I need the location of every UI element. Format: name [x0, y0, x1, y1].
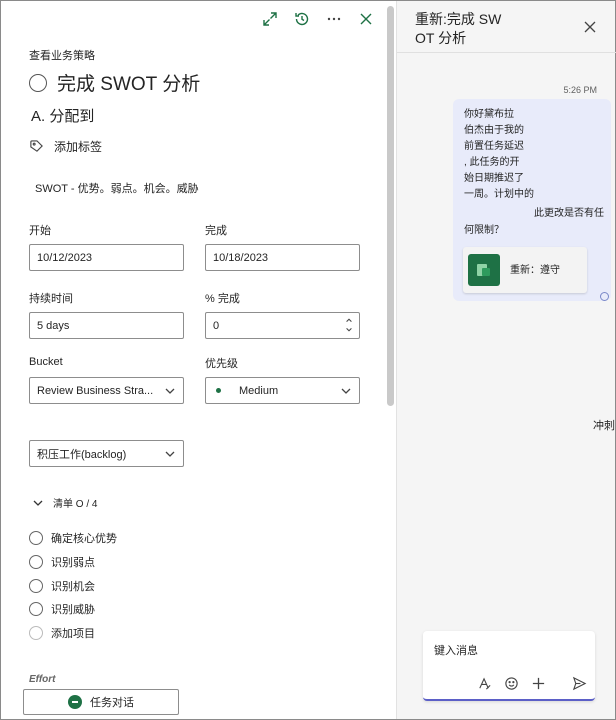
add-label-button[interactable]: 添加标签 — [29, 138, 102, 155]
message-line: 一周。计划中的 — [464, 189, 534, 200]
progress-value: 积压工作(backlog) — [37, 448, 127, 461]
finish-date-value: 10/18/2023 — [213, 251, 269, 264]
overflow-text: 冲刺 — [593, 420, 615, 432]
finish-date-field[interactable]: 10/18/2023 — [205, 244, 360, 271]
duration-field[interactable]: 5 days — [29, 312, 184, 339]
checklist-item[interactable]: 确定核心优势 — [29, 530, 117, 546]
percent-complete-field[interactable]: 0 — [205, 312, 360, 339]
checklist-item-label[interactable]: 识别机会 — [51, 578, 95, 594]
message-line: 你好黛布拉 — [464, 109, 514, 120]
add-item-label: 添加项目 — [51, 628, 95, 640]
message-line: , 此任务的开 — [464, 157, 520, 168]
close-icon[interactable] — [584, 21, 596, 33]
message-line: 此更改是否有任 — [534, 208, 604, 219]
more-options-icon[interactable] — [326, 11, 342, 27]
task-chat-label: 任务对话 — [90, 697, 134, 709]
checklist-item-checkbox[interactable] — [29, 531, 43, 545]
checklist-item-label[interactable]: 识别弱点 — [51, 554, 95, 570]
message-line: 前置任务延迟 — [464, 141, 524, 152]
format-icon[interactable] — [477, 676, 492, 691]
send-icon[interactable] — [572, 676, 587, 691]
task-title[interactable]: 完成 SWOT 分析 — [57, 69, 200, 96]
percent-stepper[interactable] — [345, 316, 353, 334]
checklist-header: 清单 O / 4 — [53, 499, 98, 510]
priority-dropdown[interactable]: Medium — [205, 377, 360, 404]
bucket-value: Review Business Stra... — [37, 384, 154, 397]
finish-date-label: 完成 — [205, 225, 227, 237]
task-notes[interactable]: SWOT - 优势。弱点。机会。威胁 — [35, 180, 199, 196]
bucket-dropdown[interactable]: Review Business Stra... — [29, 377, 184, 404]
message-line: 始日期推迟了 — [464, 173, 524, 184]
task-card-label: 重新：遵守 — [510, 264, 560, 276]
message-bubble[interactable]: 你好黛布拉 伯杰由于我的 前置任务延迟 , 此任务的开 始日期推迟了 一周。计划… — [453, 99, 611, 301]
history-icon[interactable] — [294, 11, 310, 27]
priority-dot-icon — [216, 388, 221, 393]
breadcrumb[interactable]: 查看业务策略 — [29, 47, 95, 63]
duration-value: 5 days — [37, 319, 70, 332]
checklist-item[interactable]: 识别威胁 — [29, 601, 95, 617]
chevron-down-icon — [33, 500, 43, 506]
tag-icon — [30, 140, 43, 152]
task-card-attachment[interactable]: 重新：遵守 — [463, 247, 587, 293]
add-icon[interactable] — [531, 676, 546, 691]
assign-to-button[interactable]: A. 分配到 — [31, 105, 94, 126]
complete-task-checkbox[interactable] — [29, 73, 47, 92]
task-panel-scrollbar[interactable] — [387, 6, 394, 406]
task-details-panel: 查看业务策略 完成 SWOT 分析 A. 分配到 添加标签 SWOT - 优势。… — [1, 1, 396, 719]
message-timestamp: 5:26 PM — [563, 85, 597, 95]
chevron-down-icon — [341, 388, 351, 394]
message-line: 何限制？ — [464, 225, 504, 236]
chevron-up-icon[interactable] — [345, 316, 353, 324]
chevron-down-icon — [165, 451, 175, 457]
chat-bubble-icon — [68, 695, 82, 709]
chat-title-line: OT 分析 — [415, 30, 467, 46]
close-icon[interactable] — [358, 11, 374, 27]
percent-complete-label: % 完成 — [205, 293, 240, 305]
checklist-toggle[interactable]: 清单 O / 4 — [33, 495, 97, 510]
emoji-icon[interactable] — [504, 676, 519, 691]
effort-section-label: Effort — [29, 674, 56, 685]
checklist-item[interactable]: 识别弱点 — [29, 554, 95, 570]
priority-label: 优先级 — [205, 358, 238, 370]
add-item-circle-icon — [29, 626, 43, 640]
message-compose-box[interactable]: 键入消息 — [423, 631, 595, 701]
checklist-item-checkbox[interactable] — [29, 555, 43, 569]
bucket-label: Bucket — [29, 356, 63, 368]
checklist-item-label[interactable]: 识别威胁 — [51, 601, 95, 617]
checklist-item-label[interactable]: 确定核心优势 — [51, 530, 117, 546]
chat-title-line: 重新:完成 SW — [415, 11, 502, 27]
priority-value: Medium — [239, 384, 279, 397]
chevron-down-icon[interactable] — [345, 326, 353, 334]
chat-header: 重新:完成 SW OT 分析 — [397, 1, 616, 53]
chevron-down-icon — [165, 388, 175, 394]
checklist-item-checkbox[interactable] — [29, 602, 43, 616]
add-label-text: 添加标签 — [54, 140, 103, 154]
progress-dropdown[interactable]: 积压工作(backlog) — [29, 440, 184, 467]
compose-toolbar — [477, 676, 546, 691]
task-title-row: 完成 SWOT 分析 — [29, 69, 200, 96]
read-receipt-icon — [600, 292, 609, 301]
planner-app-icon — [468, 254, 500, 286]
checklist-item-checkbox[interactable] — [29, 579, 43, 593]
expand-icon[interactable] — [262, 11, 278, 27]
start-date-value: 10/12/2023 — [37, 251, 93, 264]
chat-panel: 重新:完成 SW OT 分析 5:26 PM 你好黛布拉 伯杰由于我的 前置任务… — [396, 1, 616, 719]
start-date-label: 开始 — [29, 225, 51, 237]
start-date-field[interactable]: 10/12/2023 — [29, 244, 184, 271]
message-line: 伯杰由于我的 — [464, 125, 524, 136]
duration-label: 持续时间 — [29, 293, 73, 305]
percent-complete-value: 0 — [213, 319, 220, 332]
task-chat-button[interactable]: 任务对话 — [23, 689, 179, 715]
checklist-item[interactable]: 识别机会 — [29, 578, 95, 594]
chat-title: 重新:完成 SW OT 分析 — [415, 10, 535, 48]
add-checklist-item[interactable]: 添加项目 — [29, 625, 95, 641]
message-input[interactable]: 键入消息 — [434, 642, 478, 658]
task-toolbar — [262, 11, 374, 27]
